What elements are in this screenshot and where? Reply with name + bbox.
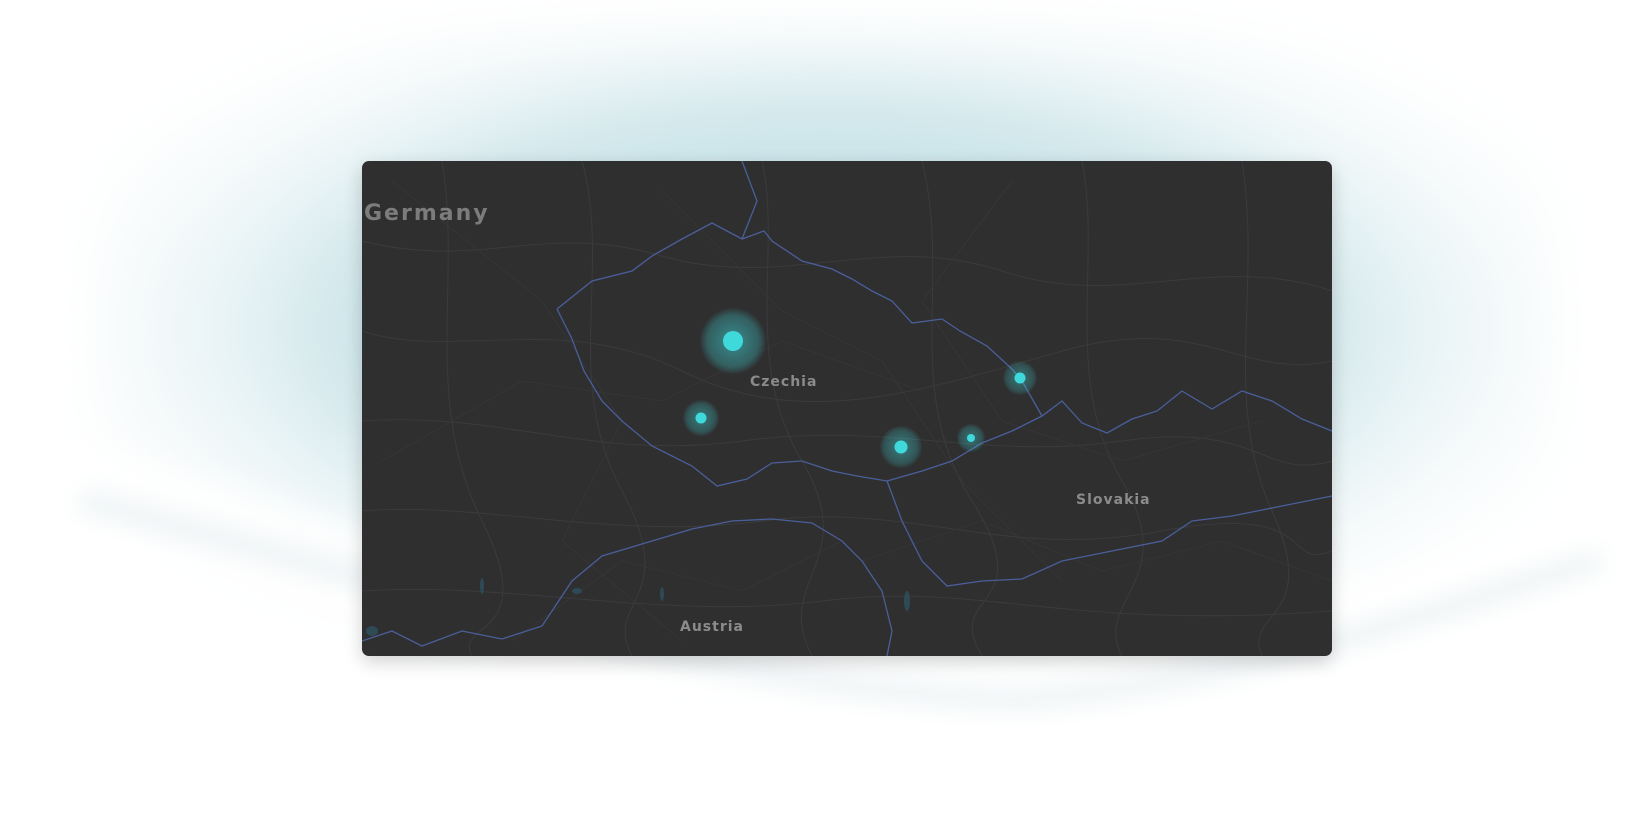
marker-northeast[interactable]	[1003, 361, 1037, 395]
country-label-czechia: Czechia	[750, 374, 818, 390]
road-network	[362, 161, 1332, 656]
map-layer	[362, 161, 1332, 656]
marker-west[interactable]	[683, 400, 719, 436]
marker-large[interactable]	[700, 308, 766, 374]
minor-roads	[381, 180, 1332, 642]
country-label-slovakia: Slovakia	[1076, 492, 1151, 508]
country-label-austria: Austria	[680, 619, 744, 635]
marker-south-central[interactable]	[880, 426, 922, 468]
map-canvas[interactable]: Germany Czechia Slovakia Austria	[362, 161, 1332, 656]
country-borders	[362, 161, 1332, 656]
country-label-germany: Germany	[364, 201, 490, 226]
water-bodies	[366, 578, 910, 636]
marker-east-small[interactable]	[957, 424, 985, 452]
